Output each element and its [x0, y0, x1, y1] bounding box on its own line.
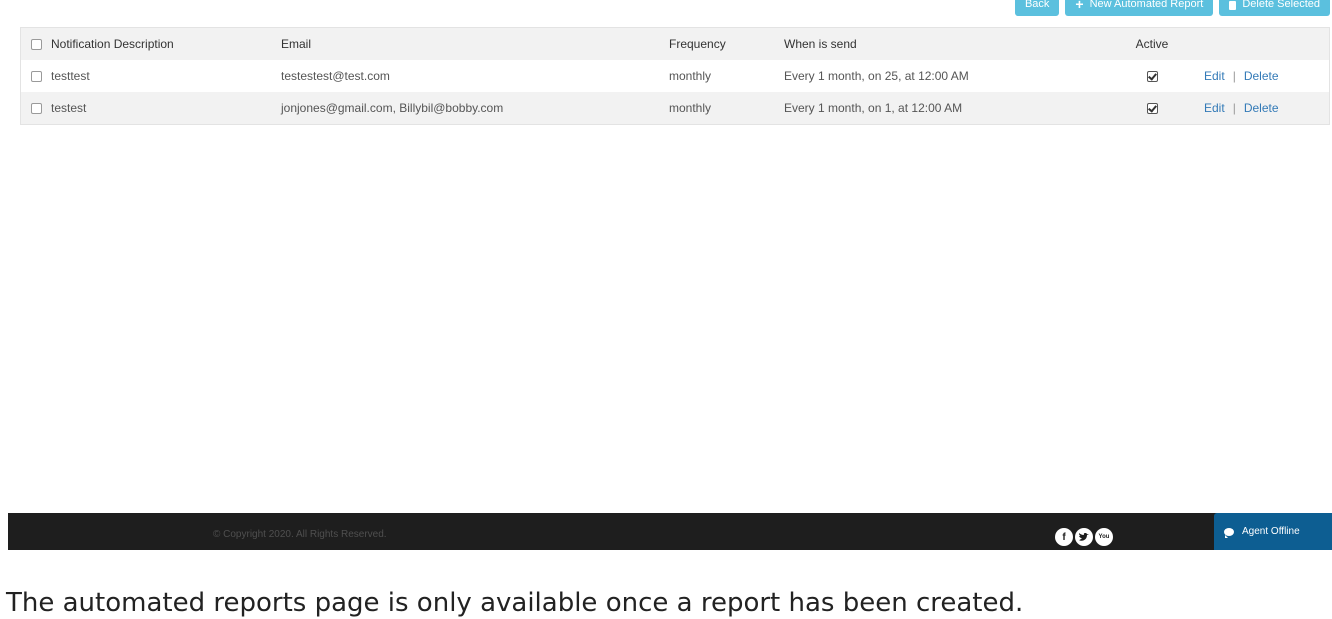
table-header-row: Notification Description Email Frequency…: [21, 28, 1329, 60]
agent-status-button[interactable]: Agent Offline: [1214, 513, 1332, 550]
twitter-bird-glyph: [1079, 532, 1089, 541]
row-select-checkbox[interactable]: [30, 71, 42, 83]
row-frequency: monthly: [669, 69, 712, 83]
edit-link[interactable]: Edit: [1204, 101, 1225, 115]
header-frequency: Frequency: [669, 37, 726, 51]
table-row: testtest testestest@test.com monthly Eve…: [21, 60, 1329, 92]
new-report-label: New Automated Report: [1089, 0, 1204, 10]
delete-link[interactable]: Delete: [1244, 69, 1279, 83]
active-checkbox[interactable]: [1146, 103, 1158, 115]
row-select-checkbox[interactable]: [30, 103, 42, 115]
row-frequency: monthly: [669, 101, 712, 115]
page-caption: The automated reports page is only avail…: [6, 588, 1024, 618]
agent-status-label: Agent Offline: [1242, 526, 1300, 537]
delete-selected-label: Delete Selected: [1242, 0, 1320, 10]
header-active: Active: [1135, 37, 1169, 51]
copyright-text: © Copyright 2020. All Rights Reserved.: [213, 529, 387, 540]
page: Back + New Automated Report Delete Selec…: [0, 0, 1332, 619]
footer: © Copyright 2020. All Rights Reserved. f…: [8, 513, 1332, 550]
header-email: Email: [281, 37, 312, 51]
table-row: testest jonjones@gmail.com, Billybil@bob…: [21, 92, 1329, 124]
new-automated-report-button[interactable]: + New Automated Report: [1065, 0, 1214, 16]
back-button[interactable]: Back: [1014, 0, 1060, 16]
facebook-icon[interactable]: f: [1055, 528, 1073, 546]
youtube-icon[interactable]: You: [1095, 528, 1113, 546]
header-when: When is send: [784, 37, 857, 51]
edit-link[interactable]: Edit: [1204, 69, 1225, 83]
delete-link[interactable]: Delete: [1244, 101, 1279, 115]
select-all-checkbox[interactable]: [30, 39, 42, 51]
delete-selected-button[interactable]: Delete Selected: [1219, 0, 1330, 16]
separator: |: [1232, 101, 1236, 115]
row-email: jonjones@gmail.com, Billybil@bobby.com: [281, 101, 504, 115]
twitter-icon[interactable]: [1075, 528, 1093, 546]
active-checkbox[interactable]: [1146, 71, 1158, 83]
toolbar: Back + New Automated Report Delete Selec…: [1014, 0, 1330, 16]
chat-icon: [1224, 527, 1234, 538]
header-actions: [1182, 28, 1329, 60]
row-when: Every 1 month, on 1, at 12:00 AM: [784, 101, 963, 115]
row-description: testest: [51, 101, 87, 115]
social-links: f You: [1055, 528, 1113, 546]
row-description: testtest: [51, 69, 90, 83]
row-when: Every 1 month, on 25, at 12:00 AM: [784, 69, 969, 83]
separator: |: [1232, 69, 1236, 83]
row-email: testestest@test.com: [281, 69, 390, 83]
plus-icon: +: [1075, 0, 1084, 12]
reports-table: Notification Description Email Frequency…: [20, 27, 1330, 125]
trash-icon: [1229, 0, 1237, 10]
back-button-label: Back: [1024, 0, 1050, 10]
header-description: Notification Description: [51, 37, 174, 51]
